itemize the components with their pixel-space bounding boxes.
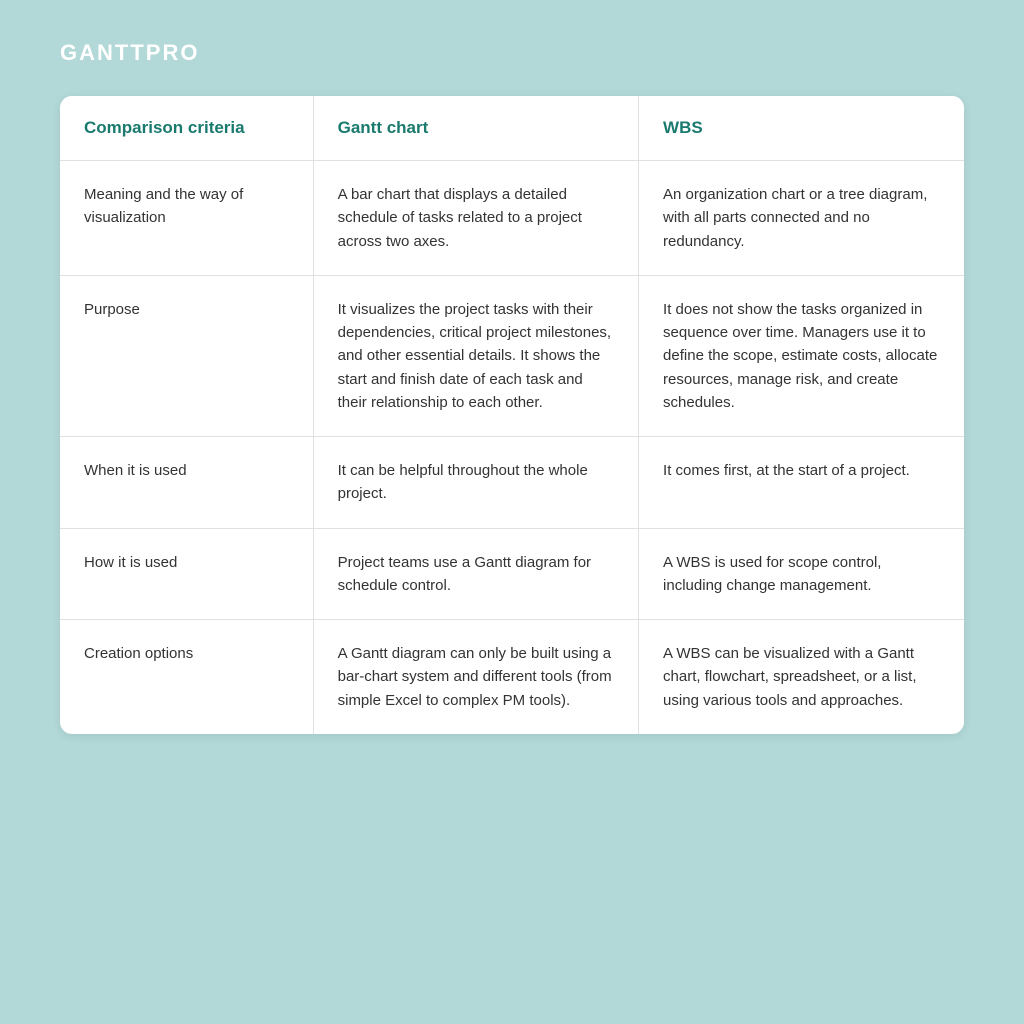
table-row: Creation optionsA Gantt diagram can only…: [60, 620, 964, 734]
cell-wbs-1: It does not show the tasks organized in …: [639, 275, 964, 436]
cell-wbs-0: An organization chart or a tree diagram,…: [639, 161, 964, 276]
table-row: Meaning and the way of visualizationA ba…: [60, 161, 964, 276]
comparison-table: Comparison criteria Gantt chart WBS Mean…: [60, 96, 964, 734]
cell-wbs-4: A WBS can be visualized with a Gantt cha…: [639, 620, 964, 734]
cell-gantt-4: A Gantt diagram can only be built using …: [313, 620, 638, 734]
cell-wbs-2: It comes first, at the start of a projec…: [639, 437, 964, 529]
cell-criteria-4: Creation options: [60, 620, 313, 734]
header-gantt: Gantt chart: [313, 96, 638, 161]
cell-wbs-3: A WBS is used for scope control, includi…: [639, 528, 964, 620]
cell-gantt-3: Project teams use a Gantt diagram for sc…: [313, 528, 638, 620]
table-header-row: Comparison criteria Gantt chart WBS: [60, 96, 964, 161]
logo-area: GANTTPRO: [60, 40, 964, 66]
table-body: Meaning and the way of visualizationA ba…: [60, 161, 964, 734]
cell-criteria-0: Meaning and the way of visualization: [60, 161, 313, 276]
header-criteria: Comparison criteria: [60, 96, 313, 161]
logo-text: GANTTPRO: [60, 40, 199, 65]
comparison-table-container: Comparison criteria Gantt chart WBS Mean…: [60, 96, 964, 734]
cell-gantt-0: A bar chart that displays a detailed sch…: [313, 161, 638, 276]
cell-criteria-2: When it is used: [60, 437, 313, 529]
table-row: When it is usedIt can be helpful through…: [60, 437, 964, 529]
cell-criteria-3: How it is used: [60, 528, 313, 620]
table-row: How it is usedProject teams use a Gantt …: [60, 528, 964, 620]
cell-criteria-1: Purpose: [60, 275, 313, 436]
table-row: PurposeIt visualizes the project tasks w…: [60, 275, 964, 436]
cell-gantt-1: It visualizes the project tasks with the…: [313, 275, 638, 436]
header-wbs: WBS: [639, 96, 964, 161]
cell-gantt-2: It can be helpful throughout the whole p…: [313, 437, 638, 529]
